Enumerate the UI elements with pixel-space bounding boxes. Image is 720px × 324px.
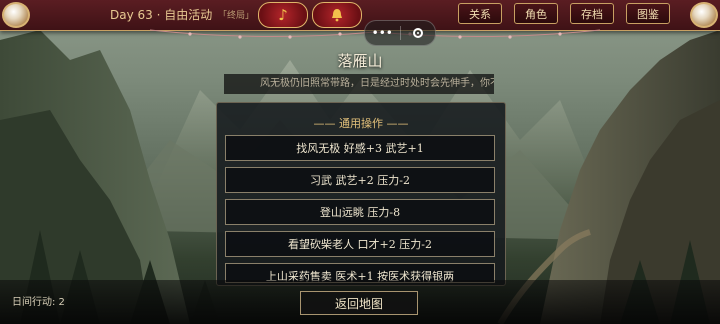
more-menu-button[interactable]: ••• [365, 21, 400, 45]
pearl-ornament-right [690, 2, 718, 28]
target-close-icon [412, 28, 423, 38]
save-button[interactable]: 存档 [570, 3, 614, 24]
top-bar: Day 63 · 自由活动 「终局」 ♪ 关系 角色 存档 图鉴 [0, 0, 720, 31]
music-toggle-button[interactable]: ♪ [258, 2, 308, 28]
gallery-button[interactable]: 图鉴 [626, 3, 670, 24]
close-miniprogram-button[interactable] [401, 21, 436, 45]
action-visit-woodcutter[interactable]: 看望砍柴老人 口才+2 压力-2 [225, 231, 495, 257]
more-dots-icon: ••• [371, 26, 393, 40]
action-climb-view[interactable]: 登山远眺 压力-8 [225, 199, 495, 225]
panel-title: —— 通用操作 —— [313, 117, 409, 130]
action-visit-feng[interactable]: 找风无极 好感+3 武艺+1 [225, 135, 495, 161]
sound-toggle-button[interactable] [312, 2, 362, 28]
location-title: 落雁山 [337, 52, 383, 70]
character-button[interactable]: 角色 [514, 3, 558, 24]
ending-label: 「终局」 [218, 11, 255, 21]
daily-actions-counter: 日间行动: 2 [12, 297, 65, 308]
miniprogram-capsule: ••• [364, 20, 436, 46]
pearl-ornament-left [2, 2, 30, 28]
return-map-button[interactable]: 返回地图 [300, 291, 418, 315]
bell-icon [332, 9, 342, 22]
day-indicator: Day 63 · 自由活动 [110, 8, 213, 22]
action-train-martial[interactable]: 习武 武艺+2 压力-2 [225, 167, 495, 193]
location-description: 风无极仍旧照常带路，日是经过时处时会先伸手，你不就， [224, 74, 494, 94]
music-note-icon: ♪ [278, 6, 288, 24]
general-actions-panel: —— 通用操作 —— 找风无极 好感+3 武艺+1 习武 武艺+2 压力-2 登… [216, 102, 506, 286]
relations-button[interactable]: 关系 [458, 3, 502, 24]
